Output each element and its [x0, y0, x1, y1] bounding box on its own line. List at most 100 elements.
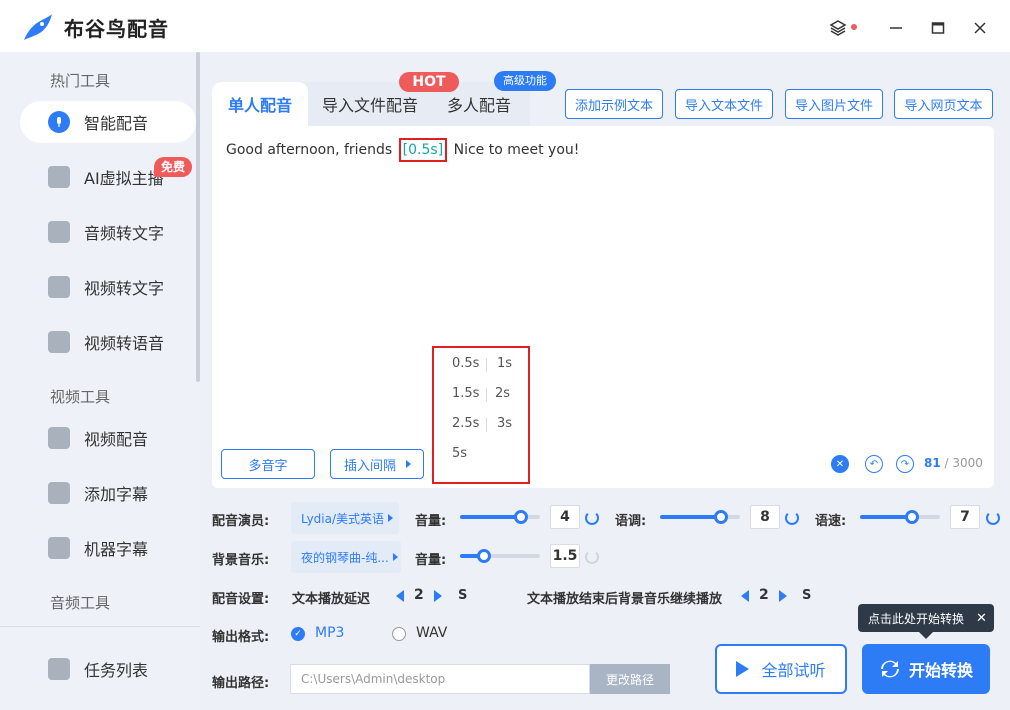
speed-value[interactable]: 7 — [950, 505, 980, 529]
format-wav-radio[interactable] — [392, 627, 406, 641]
sidebar-item-smart-dubbing[interactable]: 智能配音 — [20, 101, 196, 143]
preview-all-button[interactable]: 全部试听 — [715, 644, 847, 694]
bgm-volume-label: 音量: — [415, 553, 447, 568]
sidebar-item-video-to-text[interactable]: 视频转文字 — [20, 266, 196, 308]
pause-option-0-5s[interactable]: 0.5s — [452, 356, 479, 371]
preview-all-label: 全部试听 — [761, 661, 826, 680]
tooltip-arrow — [919, 632, 933, 639]
bird-logo-icon — [20, 10, 54, 44]
pause-option-2-5s[interactable]: 2.5s — [452, 416, 479, 431]
task-list-icon — [48, 658, 70, 680]
start-convert-label: 开始转换 — [908, 661, 973, 680]
delay-decrease-icon[interactable] — [396, 590, 404, 602]
char-count-current: 81 — [924, 456, 941, 470]
bgm-value: 夜的钢琴曲-纯... — [301, 550, 389, 565]
editor-content[interactable]: Good afternoon, friends [0.5s] Nice to m… — [226, 138, 579, 162]
import-web-text-button[interactable]: 导入网页文本 — [894, 89, 993, 119]
start-convert-button[interactable]: 开始转换 — [862, 644, 990, 694]
format-wav-label[interactable]: WAV — [416, 625, 447, 641]
continue-decrease-icon[interactable] — [741, 590, 749, 602]
char-count: 81 / 3000 — [924, 456, 983, 470]
maximize-icon[interactable] — [924, 14, 952, 42]
sidebar-item-label: 音频转文字 — [84, 224, 165, 243]
pause-option-3s[interactable]: 3s — [497, 416, 512, 431]
pitch-slider-knob[interactable] — [714, 510, 728, 524]
import-image-file-button[interactable]: 导入图片文件 — [785, 89, 883, 119]
sidebar-item-label: 智能配音 — [84, 114, 149, 133]
pause-option-5s[interactable]: 5s — [452, 446, 467, 461]
volume-reset-icon[interactable] — [585, 511, 599, 525]
delay-increase-icon[interactable] — [434, 590, 442, 602]
sidebar-item-label: 视频转文字 — [84, 279, 165, 298]
sidebar-section-hot: 热门工具 — [50, 72, 111, 90]
volume-slider-fill — [460, 515, 522, 519]
format-mp3-radio[interactable]: ✓ — [291, 627, 305, 641]
pause-separator — [486, 388, 487, 402]
format-mp3-label[interactable]: MP3 — [315, 625, 344, 641]
microphone-icon — [48, 111, 70, 133]
video-dub-icon — [48, 427, 70, 449]
continue-value[interactable]: 2 — [759, 587, 769, 603]
pitch-value[interactable]: 8 — [750, 505, 780, 529]
sidebar-item-task-list[interactable]: 任务列表 — [20, 648, 196, 690]
delay-value[interactable]: 2 — [414, 587, 424, 603]
redo-icon[interactable]: ↷ — [896, 455, 914, 473]
sidebar-divider — [0, 626, 200, 627]
sidebar-item-audio-to-text[interactable]: 音频转文字 — [20, 211, 196, 253]
speed-slider-knob[interactable] — [905, 510, 919, 524]
bgm-label: 背景音乐: — [212, 553, 270, 568]
pitch-reset-icon[interactable] — [785, 511, 799, 525]
voice-selector[interactable]: Lydia/美式英语 — [291, 502, 399, 534]
volume-label: 音量: — [415, 514, 447, 529]
close-icon[interactable] — [966, 14, 994, 42]
polyphone-button[interactable]: 多音字 — [221, 449, 315, 479]
volume-slider-knob[interactable] — [514, 510, 528, 524]
bgm-volume-value[interactable]: 1.5 — [550, 544, 580, 568]
delay-unit: S — [458, 588, 468, 603]
sidebar-item-video-dubbing[interactable]: 视频配音 — [20, 417, 196, 459]
bgm-continue-label: 文本播放结束后背景音乐继续播放 — [527, 592, 723, 607]
bgm-volume-reset-icon[interactable] — [585, 550, 599, 564]
pause-tag[interactable]: [0.5s] — [398, 138, 448, 162]
editor-text-before: Good afternoon, friends — [226, 142, 393, 158]
sidebar-item-label: 视频转语音 — [84, 334, 165, 353]
continue-increase-icon[interactable] — [779, 590, 787, 602]
sidebar-scrollbar[interactable] — [196, 52, 200, 382]
output-path-field[interactable]: C:\Users\Admin\desktop — [290, 664, 590, 694]
pitch-label: 语调: — [615, 514, 647, 529]
tooltip-text: 点击此处开始转换 — [868, 611, 965, 626]
pause-option-1-5s[interactable]: 1.5s — [452, 386, 479, 401]
add-sample-text-button[interactable]: 添加示例文本 — [565, 89, 663, 119]
insert-pause-button[interactable]: 插入间隔 — [330, 449, 424, 479]
skin-icon[interactable] — [824, 14, 852, 42]
sidebar-item-label: AI虚拟主播 — [84, 169, 164, 188]
insert-pause-label: 插入间隔 — [344, 458, 397, 474]
sidebar-item-add-subtitle[interactable]: 添加字幕 — [20, 472, 196, 514]
audio-text-icon — [48, 221, 70, 243]
undo-icon[interactable]: ↶ — [865, 455, 883, 473]
tooltip-close-icon[interactable]: ✕ — [976, 611, 987, 626]
notification-dot — [851, 24, 857, 30]
sidebar-item-machine-subtitle[interactable]: 机器字幕 — [20, 527, 196, 569]
speed-reset-icon[interactable] — [986, 511, 1000, 525]
sidebar-item-video-to-voice[interactable]: 视频转语音 — [20, 321, 196, 363]
caret-right-icon — [392, 553, 398, 561]
pause-option-1s[interactable]: 1s — [497, 356, 512, 371]
robot-icon — [48, 537, 70, 559]
bgm-selector[interactable]: 夜的钢琴曲-纯... — [291, 541, 401, 573]
change-path-button[interactable]: 更改路径 — [590, 664, 670, 694]
minimize-icon[interactable] — [882, 14, 910, 42]
clear-icon[interactable]: ✕ — [831, 455, 849, 473]
bgm-volume-slider-knob[interactable] — [477, 549, 491, 563]
import-text-file-button[interactable]: 导入文本文件 — [675, 89, 773, 119]
voice-value: Lydia/美式英语 — [301, 511, 385, 526]
volume-value[interactable]: 4 — [550, 505, 580, 529]
sidebar-item-label: 添加字幕 — [84, 485, 149, 504]
pause-option-2s[interactable]: 2s — [495, 386, 510, 401]
config-label: 配音设置: — [212, 592, 270, 607]
play-icon — [736, 661, 750, 677]
tab-single-dubbing[interactable]: 单人配音 — [212, 82, 308, 126]
continue-unit: S — [802, 588, 812, 603]
voice-label: 配音演员: — [212, 514, 270, 529]
text-editor[interactable] — [212, 126, 994, 488]
